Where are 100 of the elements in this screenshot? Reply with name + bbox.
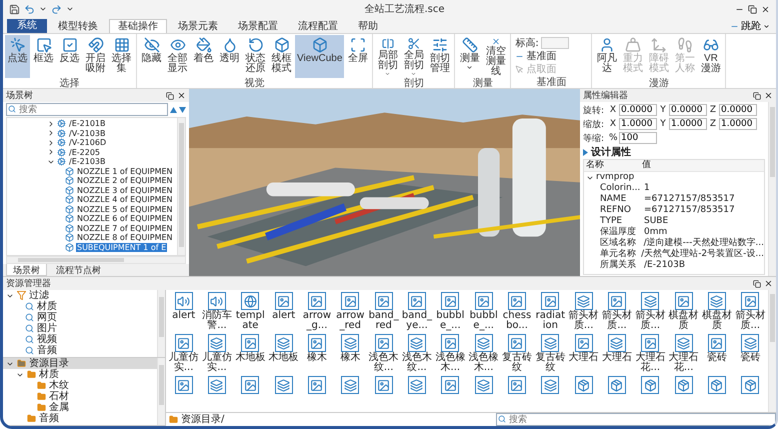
save-icon[interactable] (9, 4, 20, 14)
resource-tile[interactable] (508, 292, 526, 310)
filter-item[interactable]: 视频 (37, 334, 57, 345)
resource-tile[interactable] (741, 376, 760, 394)
tree-item[interactable]: /E-2103B (68, 157, 106, 166)
resource-tile[interactable] (208, 292, 226, 310)
ribbon-button[interactable]: 选择集 (109, 35, 134, 78)
tree-row[interactable]: 木纹 (3, 380, 157, 391)
resource-tile[interactable] (308, 376, 326, 394)
tree-item[interactable]: /E-2205 (68, 148, 101, 157)
resource-tile[interactable] (308, 292, 326, 310)
tree-item[interactable]: /V-2106D (68, 138, 108, 148)
float-icon[interactable] (753, 92, 761, 100)
caret-icon[interactable] (66, 5, 74, 13)
tree-row[interactable]: 金属 (3, 402, 157, 413)
filter-item[interactable]: 网页 (37, 312, 57, 323)
resource-tile[interactable] (508, 334, 526, 352)
resource-tile[interactable] (208, 376, 226, 394)
ribbon-button[interactable]: 全部显示 (165, 35, 190, 78)
resource-tile[interactable] (741, 292, 760, 310)
resource-tile[interactable] (274, 334, 293, 352)
resource-tile[interactable] (474, 334, 493, 352)
resource-tile[interactable] (408, 292, 426, 310)
tree-item[interactable]: NOZZLE 5 of EQUIPMEN (76, 204, 174, 214)
ribbon-button[interactable]: 透明 (217, 35, 242, 78)
resource-tile[interactable] (641, 376, 660, 394)
close-icon[interactable] (761, 4, 770, 14)
panel-tab[interactable]: 流程节点树 (49, 264, 108, 276)
ribbon-button[interactable]: 框选 (31, 35, 56, 78)
resource-tile[interactable] (674, 292, 693, 310)
vertical-scrollbar[interactable] (768, 290, 776, 412)
skin-button[interactable]: 跳跄 (728, 19, 772, 33)
tree-item[interactable]: /E-2101B (68, 119, 106, 128)
resource-tile[interactable] (574, 292, 593, 310)
number-field[interactable]: 0.0000 (719, 104, 757, 116)
resource-tile[interactable] (374, 376, 393, 394)
tree-row[interactable]: 音频 (3, 413, 157, 424)
down-arrow-icon[interactable] (179, 106, 186, 112)
ribbon-button[interactable]: 局部剖切 (375, 35, 400, 78)
resource-tile[interactable] (574, 376, 593, 394)
resource-tile[interactable] (274, 376, 293, 394)
resource-tile[interactable] (408, 376, 426, 394)
vertical-scrollbar[interactable] (177, 118, 185, 255)
panel-tab[interactable]: 场景树 (6, 264, 47, 276)
resource-tile[interactable] (441, 292, 460, 310)
number-field[interactable]: 1.0000 (669, 118, 707, 130)
search-field[interactable]: 搜索 (496, 413, 776, 426)
ribbon-tab[interactable]: 流程配置 (289, 19, 347, 33)
tree-item[interactable]: NOZZLE 1 of EQUIPMEN (76, 166, 174, 176)
ribbon-button[interactable]: ViewCube (295, 35, 344, 78)
number-field[interactable]: 1.0000 (719, 118, 757, 130)
ribbon-tab[interactable]: 帮助 (349, 19, 387, 33)
ribbon-button[interactable]: 开启吸附 (83, 35, 108, 78)
resource-tile[interactable] (341, 376, 360, 394)
float-icon[interactable] (166, 92, 174, 100)
resource-tile[interactable] (508, 376, 526, 394)
number-field[interactable]: 100 (619, 132, 657, 144)
ribbon-button[interactable]: 测量 (457, 35, 482, 78)
ribbon-tab[interactable]: 场景配置 (229, 19, 287, 33)
resource-tile[interactable] (174, 376, 193, 394)
ribbon-button[interactable]: 基准面 (515, 51, 588, 62)
vertical-scrollbar[interactable] (768, 102, 776, 276)
undo-icon[interactable] (24, 4, 35, 14)
resource-tile[interactable] (441, 376, 460, 394)
resource-tile[interactable] (408, 334, 426, 352)
resource-tile[interactable] (541, 376, 560, 394)
ribbon-button[interactable]: 剖切管理 (427, 35, 452, 78)
resource-tile[interactable] (308, 334, 326, 352)
ribbon-button[interactable]: 状态还原 (243, 35, 268, 78)
ribbon-button[interactable]: 全屏 (345, 35, 370, 78)
resource-tile[interactable] (608, 292, 626, 310)
tree-row[interactable]: 资源目录 (3, 358, 157, 369)
number-field[interactable]: 1.0000 (619, 118, 657, 130)
resource-tile[interactable] (341, 292, 360, 310)
close-icon[interactable] (764, 91, 773, 100)
ribbon-button[interactable]: 反选 (57, 35, 82, 78)
ribbon-button[interactable]: 全局剖切 (401, 35, 426, 78)
caret-icon[interactable] (39, 5, 47, 13)
resource-tile[interactable] (541, 334, 560, 352)
resource-tile[interactable] (641, 334, 660, 352)
resource-tile[interactable] (174, 292, 193, 310)
number-field[interactable]: 0.0000 (619, 104, 657, 116)
filter-item[interactable]: 图片 (37, 323, 57, 334)
resource-tile[interactable] (341, 334, 360, 352)
elevation-field[interactable] (540, 37, 569, 49)
ribbon-tab[interactable]: 基础操作 (109, 19, 167, 33)
resource-tile[interactable] (174, 334, 193, 352)
resource-tile[interactable] (208, 334, 226, 352)
ribbon-button[interactable]: 阿凡达 (594, 35, 620, 78)
tree-item[interactable]: NOZZLE 2 of EQUIPMEN (76, 176, 174, 186)
resource-tile[interactable] (274, 292, 293, 310)
resource-tile[interactable] (374, 292, 393, 310)
filter-item[interactable]: 材质 (37, 301, 57, 312)
ribbon-tab[interactable]: 场景元素 (169, 19, 227, 33)
resource-tile[interactable] (708, 376, 726, 394)
resource-tile[interactable] (374, 334, 393, 352)
ribbon-button[interactable]: 线框模式 (269, 35, 294, 78)
resource-tile[interactable] (441, 334, 460, 352)
tree-item[interactable]: SUBEQUIPMENT 1 of E (76, 242, 168, 252)
up-arrow-icon[interactable] (170, 106, 177, 112)
